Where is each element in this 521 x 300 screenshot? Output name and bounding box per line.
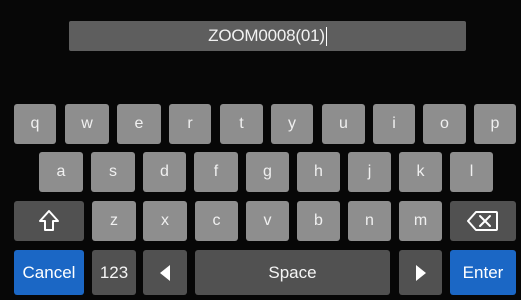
numbers-toggle-key[interactable]: 123 (92, 250, 136, 295)
backspace-icon (467, 211, 498, 231)
key-p[interactable]: p (474, 104, 516, 144)
cursor-right-key[interactable] (399, 250, 442, 295)
key-y[interactable]: y (271, 104, 313, 144)
backspace-key[interactable] (450, 201, 516, 241)
key-d[interactable]: d (143, 152, 186, 192)
key-k[interactable]: k (399, 152, 442, 192)
key-g[interactable]: g (246, 152, 289, 192)
key-z[interactable]: z (92, 201, 136, 241)
key-m[interactable]: m (399, 201, 442, 241)
key-r[interactable]: r (169, 104, 211, 144)
key-x[interactable]: x (143, 201, 187, 241)
key-v[interactable]: v (246, 201, 289, 241)
key-s[interactable]: s (91, 152, 135, 192)
shift-key[interactable] (14, 201, 84, 241)
key-u[interactable]: u (322, 104, 365, 144)
key-c[interactable]: c (195, 201, 238, 241)
key-i[interactable]: i (373, 104, 415, 144)
cursor-right-icon (415, 264, 426, 281)
key-w[interactable]: w (65, 104, 109, 144)
enter-button[interactable]: Enter (450, 250, 516, 295)
key-t[interactable]: t (220, 104, 263, 144)
key-e[interactable]: e (117, 104, 161, 144)
shift-icon (39, 210, 59, 231)
key-j[interactable]: j (348, 152, 391, 192)
space-key[interactable]: Space (195, 250, 390, 295)
cursor-left-key[interactable] (143, 250, 187, 295)
key-a[interactable]: a (39, 152, 83, 192)
key-l[interactable]: l (450, 152, 493, 192)
key-q[interactable]: q (14, 104, 56, 144)
on-screen-keyboard: q w e r t y u i o p a s d f g h j k l z … (0, 0, 521, 300)
key-o[interactable]: o (423, 104, 466, 144)
key-n[interactable]: n (348, 201, 391, 241)
key-f[interactable]: f (194, 152, 238, 192)
cancel-button[interactable]: Cancel (14, 250, 84, 295)
cursor-left-icon (160, 264, 170, 281)
rename-screen: ZOOM0008(01) q w e r t y u i o p a s d f… (0, 0, 521, 300)
key-h[interactable]: h (297, 152, 340, 192)
key-b[interactable]: b (297, 201, 340, 241)
